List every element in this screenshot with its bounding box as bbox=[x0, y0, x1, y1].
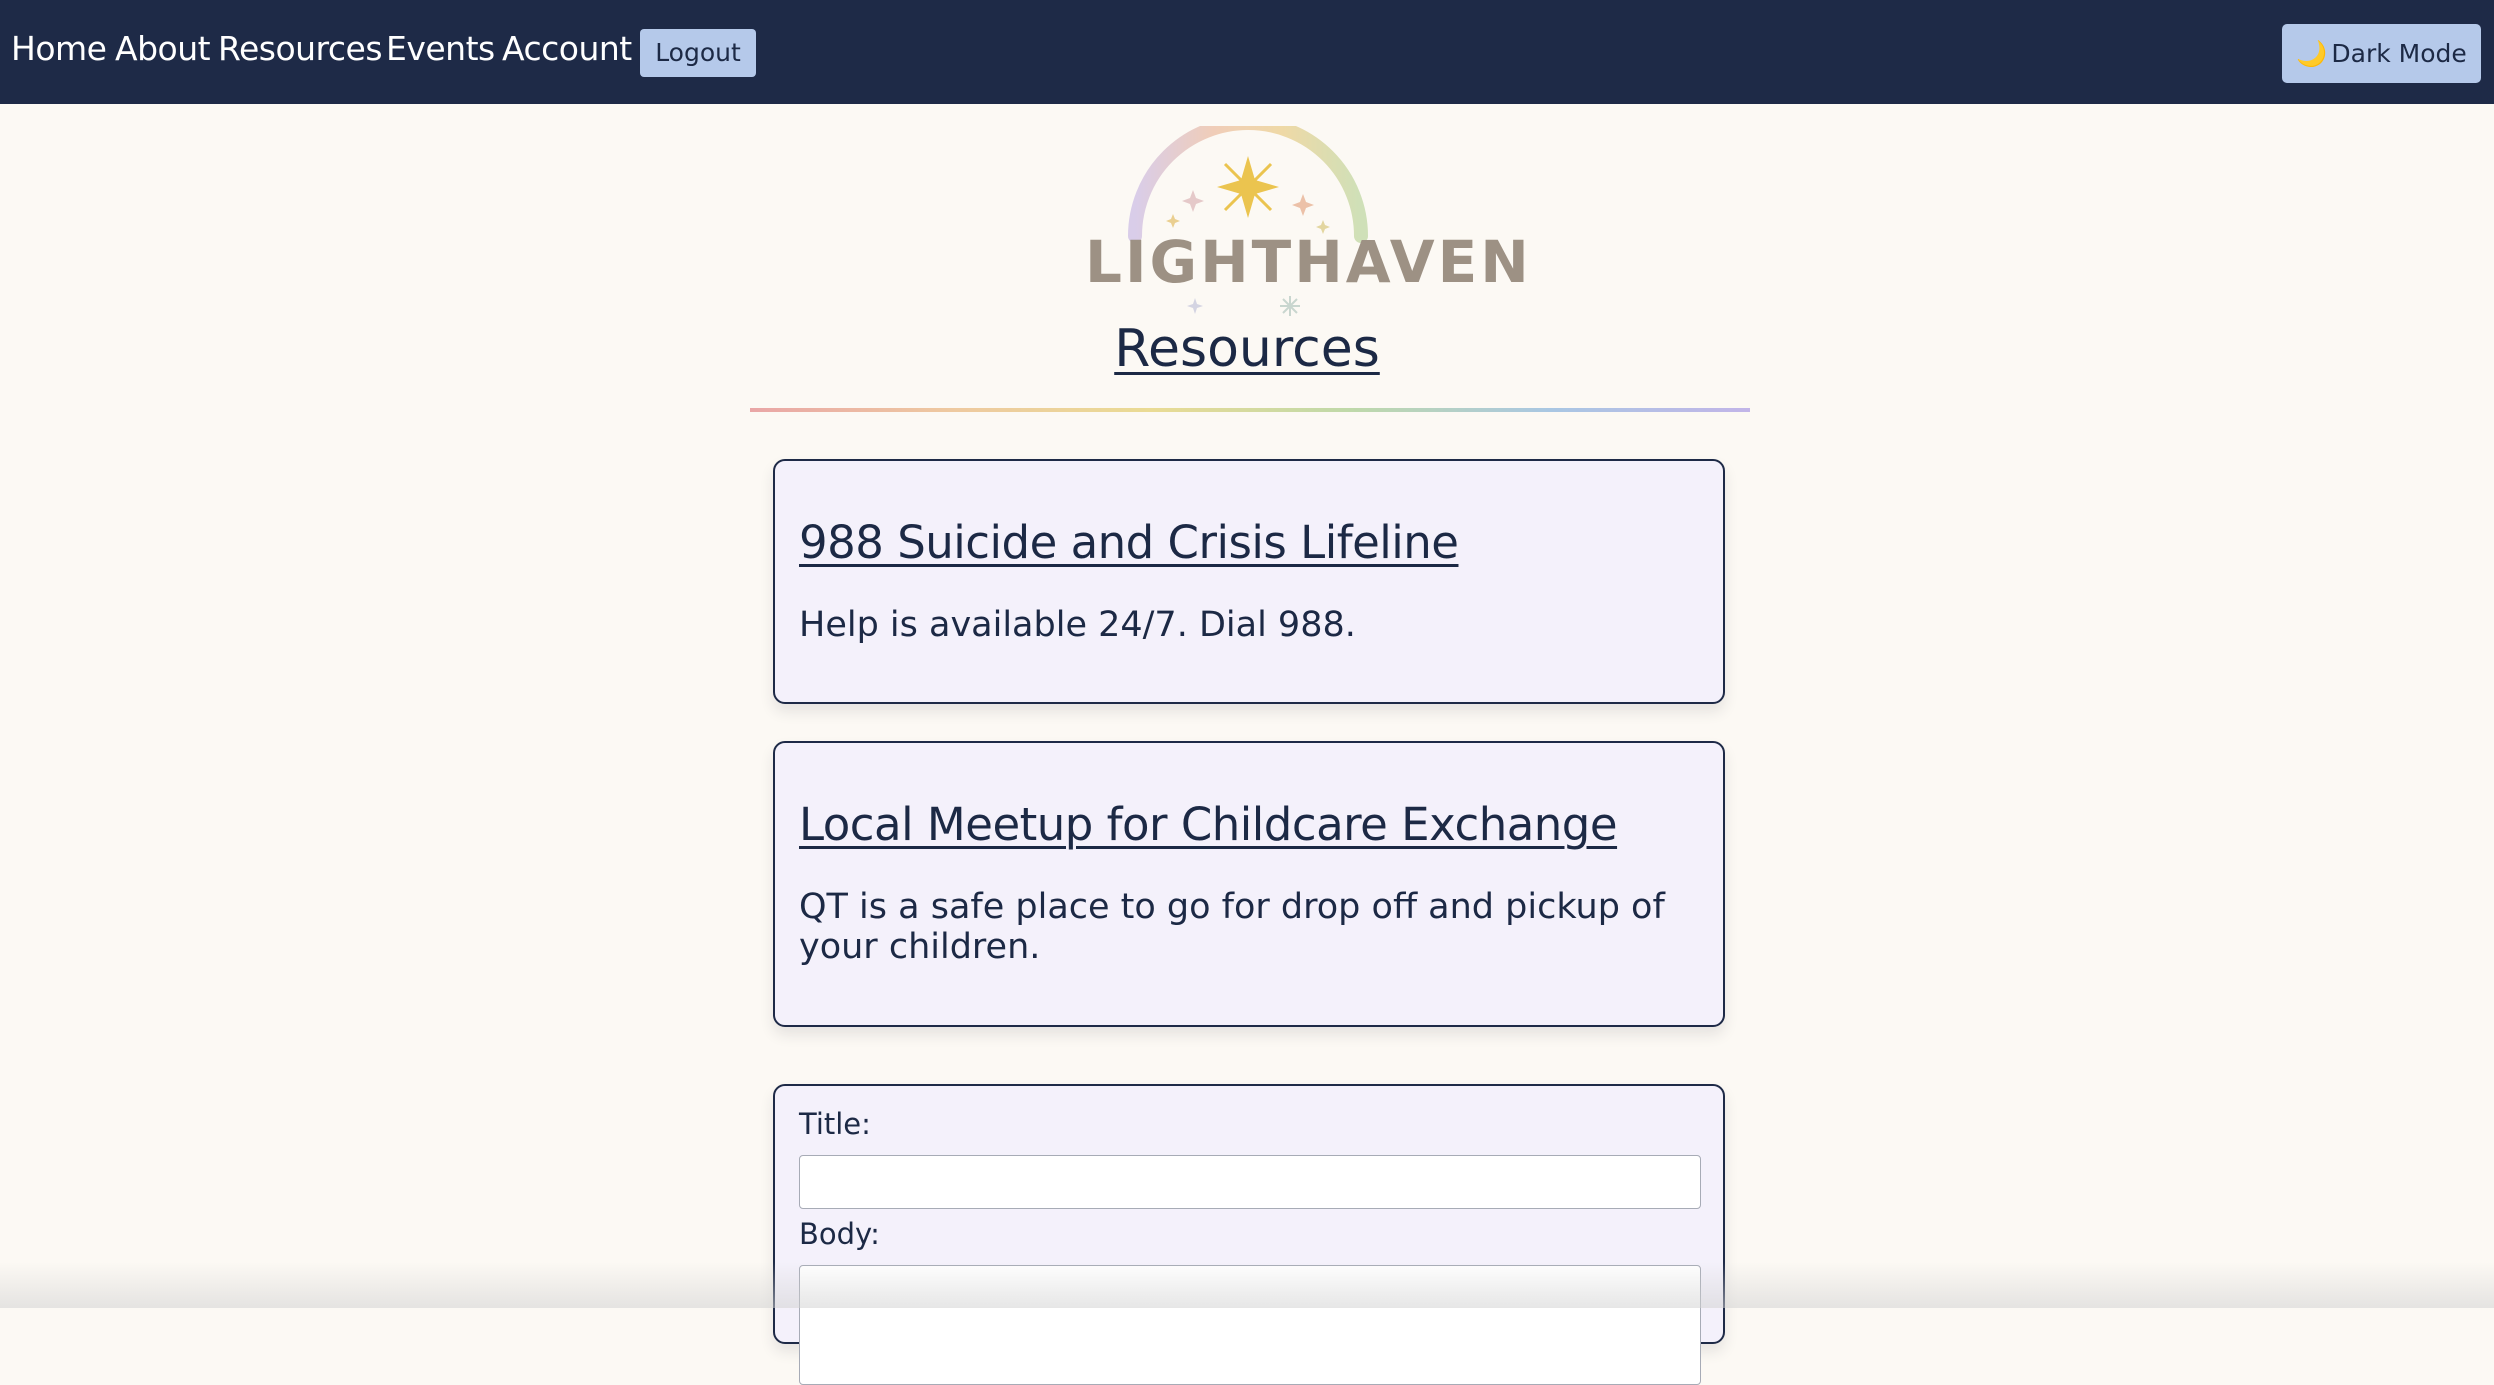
top-navbar: Home About Resources Events Account Logo… bbox=[0, 0, 2494, 104]
title-field-label: Title: bbox=[799, 1107, 871, 1141]
resource-card: 988 Suicide and Crisis Lifeline Help is … bbox=[773, 459, 1725, 704]
body-field-label: Body: bbox=[799, 1217, 880, 1251]
nav-link-home[interactable]: Home bbox=[11, 28, 107, 70]
resource-body: QT is a safe place to go for drop off an… bbox=[799, 887, 1665, 967]
nav-link-about[interactable]: About bbox=[115, 28, 211, 70]
dark-mode-label: Dark Mode bbox=[2331, 39, 2467, 68]
nav-link-account[interactable]: Account bbox=[502, 28, 632, 70]
page-title: Resources bbox=[1114, 319, 1380, 379]
nav-link-events[interactable]: Events bbox=[386, 28, 495, 70]
lighthaven-logo: LIGHTHAVEN bbox=[1085, 116, 1532, 322]
resource-title-link[interactable]: 988 Suicide and Crisis Lifeline bbox=[799, 515, 1459, 571]
new-resource-form: Title: Body: bbox=[773, 1084, 1725, 1385]
dark-mode-button[interactable]: 🌙 Dark Mode bbox=[2282, 24, 2481, 83]
title-input[interactable] bbox=[799, 1155, 1701, 1209]
moon-icon: 🌙 bbox=[2296, 39, 2328, 68]
logout-button[interactable]: Logout bbox=[640, 29, 756, 77]
logo-wordmark: LIGHTHAVEN bbox=[1085, 228, 1532, 296]
body-textarea[interactable] bbox=[799, 1265, 1701, 1385]
resource-body: Help is available 24/7. Dial 988. bbox=[799, 605, 1356, 645]
resource-card: Local Meetup for Childcare Exchange QT i… bbox=[773, 741, 1725, 1027]
rainbow-divider bbox=[750, 408, 1750, 412]
nav-link-resources[interactable]: Resources bbox=[218, 28, 383, 70]
resource-title-link[interactable]: Local Meetup for Childcare Exchange bbox=[799, 797, 1618, 853]
